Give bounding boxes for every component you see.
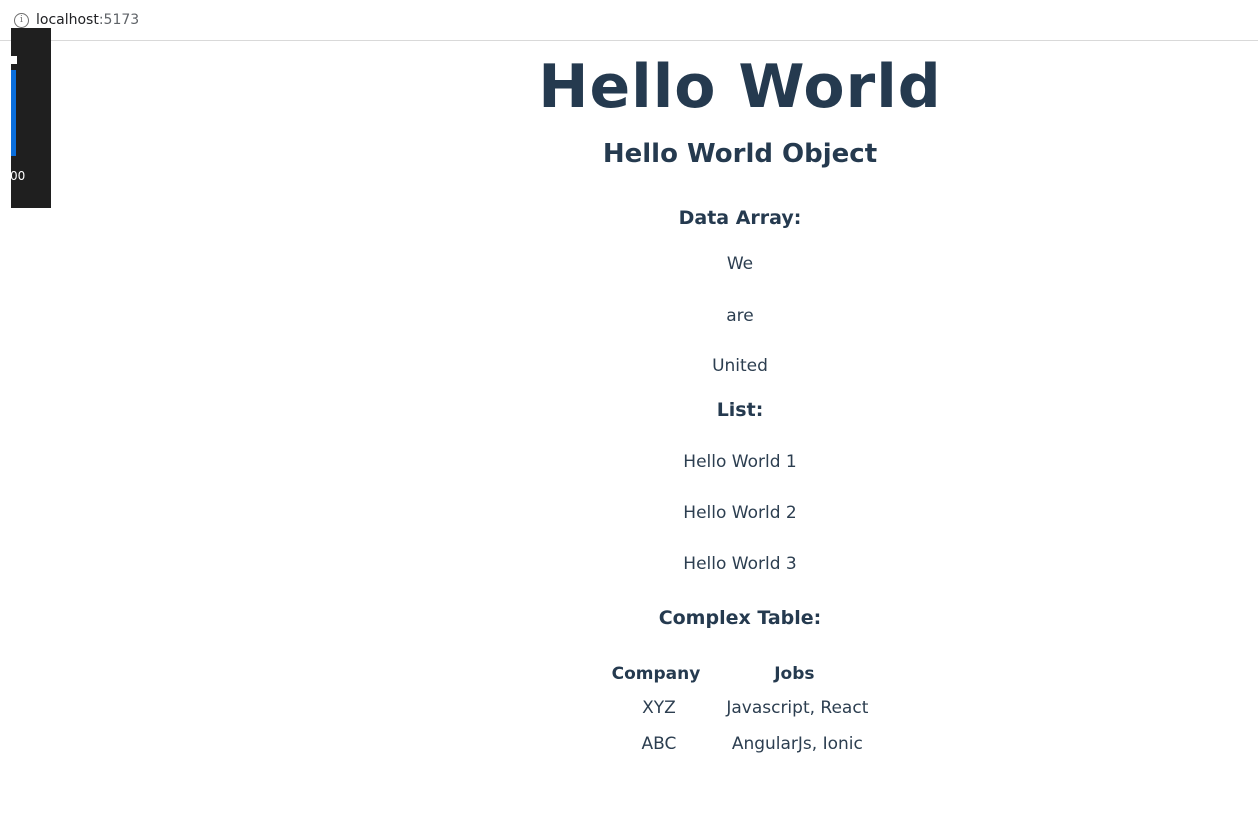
page-title: Hello World xyxy=(538,52,942,122)
page-subtitle: Hello World Object xyxy=(602,139,878,169)
jobs-cell: Javascript, React xyxy=(726,698,869,718)
company-cell: XYZ xyxy=(642,698,676,718)
complex-table: Company Jobs XYZ Javascript, React ABC A… xyxy=(602,658,879,762)
table-row: ABC AngularJs, Ionic xyxy=(602,726,879,762)
data-array-item: We xyxy=(726,254,754,274)
company-cell: ABC xyxy=(641,734,677,754)
complex-table-heading: Complex Table: xyxy=(658,607,822,629)
data-array-item: United xyxy=(712,356,768,376)
data-array-item: are xyxy=(726,306,754,326)
url-text[interactable]: localhost:5173 xyxy=(36,11,139,29)
list-item: Hello World 3 xyxy=(683,554,797,574)
list-heading: List: xyxy=(716,399,764,421)
jobs-cell: AngularJs, Ionic xyxy=(731,734,863,754)
list-item: Hello World 2 xyxy=(683,503,797,523)
table-row: XYZ Javascript, React xyxy=(602,690,879,726)
table-header-row: Company Jobs xyxy=(602,658,879,690)
url-port: :5173 xyxy=(98,12,140,28)
app-content: Hello World Hello World Object Data Arra… xyxy=(480,44,1000,762)
column-header-jobs: Jobs xyxy=(774,664,815,684)
overlay-tick xyxy=(11,56,17,64)
browser-address-bar: i localhost:5173 xyxy=(0,0,1258,41)
data-array-heading: Data Array: xyxy=(678,207,802,229)
overlay-blue-bar xyxy=(11,70,16,156)
overlay-panel: 00 xyxy=(10,28,51,208)
url-host: localhost xyxy=(36,12,99,28)
list-item: Hello World 1 xyxy=(683,452,797,472)
overlay-label: 00 xyxy=(10,169,26,183)
info-icon[interactable]: i xyxy=(14,13,29,28)
column-header-company: Company xyxy=(611,664,701,684)
